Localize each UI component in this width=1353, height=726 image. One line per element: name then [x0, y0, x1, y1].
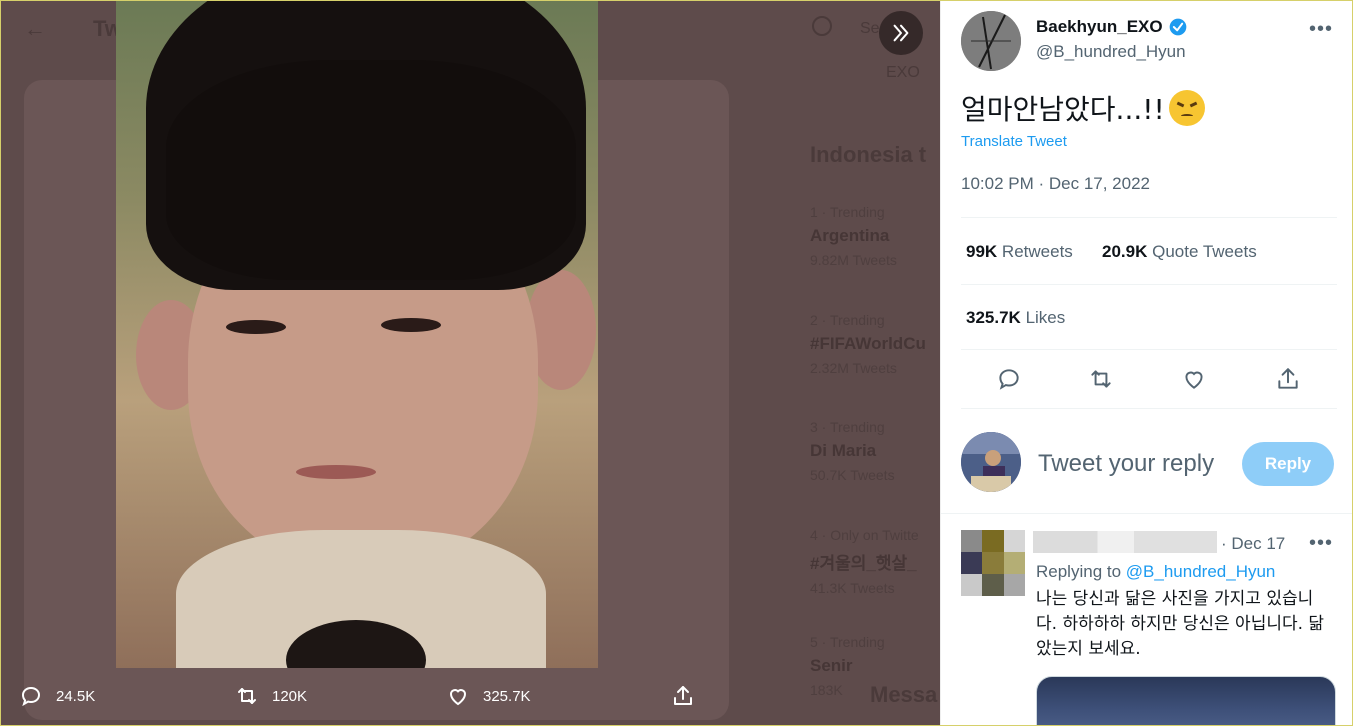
- author-handle[interactable]: @B_hundred_Hyun: [1036, 42, 1186, 62]
- background-messages-label: Messa: [870, 682, 938, 707]
- media-reply-count: 24.5K: [56, 687, 96, 705]
- media-reply-button[interactable]: 24.5K: [19, 684, 95, 708]
- reply-button[interactable]: Reply: [1242, 442, 1334, 486]
- media-retweet-count: 120K: [272, 687, 308, 705]
- more-icon[interactable]: •••: [1309, 532, 1333, 555]
- reply-media-image[interactable]: [1036, 676, 1336, 726]
- reply-input[interactable]: Tweet your reply: [1038, 450, 1214, 478]
- back-arrow-icon: ←: [24, 16, 46, 41]
- likes-stat[interactable]: 325.7K Likes: [966, 308, 1065, 328]
- media-like-button[interactable]: 325.7K: [446, 684, 531, 708]
- like-icon: [449, 689, 467, 706]
- tweet-detail-panel: Baekhyun_EXO @B_hundred_Hyun ••• 얼마안남았다.…: [940, 0, 1353, 726]
- verified-icon: [1169, 18, 1186, 36]
- angry-face-icon: [1168, 90, 1205, 126]
- trend-item: 2 · Trending #FIFAWorldCu 2.32M Tweets: [810, 312, 926, 376]
- share-icon[interactable]: [1275, 366, 1301, 392]
- quote-tweets-stat[interactable]: 20.9K Quote Tweets: [1102, 242, 1257, 262]
- background-trends-title: Indonesia t: [810, 142, 927, 167]
- trend-item: 3 · Trending Di Maria 50.7K Tweets: [810, 419, 895, 483]
- expand-icon: [893, 24, 909, 42]
- media-like-count: 325.7K: [483, 687, 531, 705]
- tweet-timestamp[interactable]: 10:02 PM · Dec 17, 2022: [961, 174, 1150, 194]
- replying-to-line: Replying to @B_hundred_Hyun: [1036, 562, 1276, 581]
- tweet-photo[interactable]: [116, 0, 598, 668]
- reply-text: 나는 당신과 닮은 사진을 가지고 있습니다. 하하하하 하지만 당신은 아닙니…: [1036, 589, 1325, 659]
- expand-button[interactable]: [879, 11, 923, 55]
- trend-item: 4 · Only on Twitte #겨울의_햇살_ 41.3K Tweets: [810, 527, 919, 596]
- reply-icon: [21, 686, 41, 707]
- author-display-name[interactable]: Baekhyun_EXO: [1036, 17, 1188, 37]
- reply-author-avatar[interactable]: [961, 530, 1025, 596]
- divider: [961, 217, 1337, 218]
- divider: [941, 513, 1353, 514]
- search-icon: [812, 16, 832, 36]
- like-icon[interactable]: [1181, 366, 1207, 392]
- divider: [961, 408, 1337, 409]
- trend-item: 1 · Trending Argentina 9.82M Tweets: [810, 204, 897, 268]
- share-icon: [674, 686, 692, 705]
- replying-to-handle-link[interactable]: @B_hundred_Hyun: [1126, 562, 1276, 581]
- background-search-placeholder: Se: [860, 20, 880, 37]
- more-icon[interactable]: •••: [1309, 18, 1333, 41]
- background-exo-label: EXO: [886, 64, 920, 81]
- author-avatar[interactable]: [961, 11, 1021, 71]
- retweet-icon[interactable]: [1088, 366, 1114, 392]
- media-share-button[interactable]: [671, 684, 695, 708]
- retweet-icon: [238, 688, 256, 704]
- divider: [961, 349, 1337, 350]
- reply-author-name-blurred[interactable]: [1033, 531, 1217, 553]
- retweets-stat[interactable]: 99K Retweets: [966, 242, 1073, 262]
- current-user-avatar[interactable]: [961, 432, 1021, 492]
- exo-logo-icon: [961, 11, 1021, 71]
- divider: [961, 284, 1337, 285]
- media-retweet-button[interactable]: 120K: [235, 684, 307, 708]
- reply-date[interactable]: · Dec 17: [1221, 534, 1285, 554]
- tweet-text: 얼마안남았다...!!: [961, 88, 1205, 128]
- translate-tweet-link[interactable]: Translate Tweet: [961, 133, 1067, 150]
- reply-icon[interactable]: [996, 366, 1022, 392]
